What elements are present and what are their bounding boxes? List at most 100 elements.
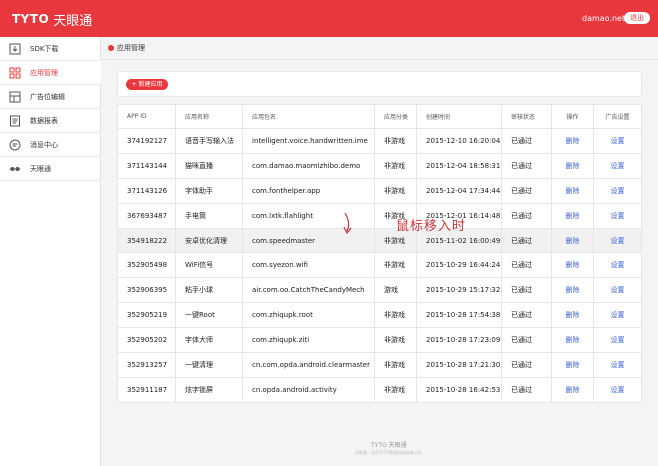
app-id-cell: 352913257 [117, 352, 176, 378]
delete-link[interactable]: 删除 [551, 128, 594, 154]
delete-link[interactable]: 删除 [551, 202, 594, 229]
settings-link[interactable]: 设置 [593, 128, 642, 154]
sidebar-item-label: 消息中心 [30, 140, 58, 149]
app-name-cell: 语音手写输入法 [175, 128, 243, 154]
sidebar-item-app-management[interactable]: 应用管理 [0, 61, 101, 84]
brand-logo[interactable]: TYTO 天眼通 [12, 9, 92, 29]
layout-icon [9, 91, 21, 103]
package-cell: cn.com.opda.android.clearmaster [242, 352, 375, 378]
app-name-cell: 一键Root [175, 302, 243, 329]
column-header: 操作 [551, 104, 594, 129]
category-cell: 非游戏 [374, 376, 417, 403]
app-name-cell: 炫字锁屏 [175, 376, 243, 403]
created-time-cell: 2015-12-04 17:34:44 [416, 177, 502, 204]
app-id-cell: 371143126 [117, 177, 176, 204]
app-name-cell: 一键清理 [175, 352, 243, 378]
settings-link[interactable]: 设置 [593, 202, 642, 229]
package-cell: com.zhiqupk.root [242, 302, 375, 329]
tyto-icon [9, 163, 21, 175]
delete-link[interactable]: 删除 [551, 277, 594, 304]
delete-link[interactable]: 删除 [551, 177, 594, 204]
breadcrumb-dot-icon [108, 45, 114, 51]
table-row: 371143144 猫咪直播 com.damao.maomizhibo.demo 非游… [117, 152, 642, 179]
review-status-cell: 已通过 [501, 128, 552, 154]
category-cell: 非游戏 [374, 327, 417, 354]
hover-annotation: 鼠标移入时 [396, 219, 467, 234]
brand-mark: TYTO [12, 12, 50, 26]
brand-name: 天眼通 [53, 13, 93, 29]
review-status-cell: 已通过 [501, 376, 552, 403]
created-time-cell: 2015-10-29 16:44:24 [416, 252, 502, 279]
delete-link[interactable]: 删除 [551, 302, 594, 329]
category-cell: 非游戏 [374, 252, 417, 279]
sidebar-item-tyto[interactable]: 天眼通 [0, 157, 101, 180]
new-app-button[interactable]: + 新建应用 [126, 79, 168, 90]
settings-link[interactable]: 设置 [593, 327, 642, 354]
settings-link[interactable]: 设置 [593, 376, 642, 403]
package-cell: intelligent.voice.handwritten.ime [242, 128, 375, 154]
footer-copyright: 天眼通 · 北京TYTO数据科技有限公司 [355, 450, 422, 455]
app-id-cell: 352905219 [117, 302, 176, 329]
review-status-cell: 已通过 [501, 327, 552, 354]
delete-link[interactable]: 删除 [551, 252, 594, 279]
review-status-cell: 已通过 [501, 227, 552, 254]
created-time-cell: 2015-12-04 18:58:31 [416, 152, 502, 179]
settings-link[interactable]: 设置 [593, 352, 642, 378]
delete-link[interactable]: 删除 [551, 376, 594, 403]
package-cell: com.damao.maomizhibo.demo [242, 152, 375, 179]
settings-link[interactable]: 设置 [593, 252, 642, 279]
category-cell: 非游戏 [374, 352, 417, 378]
created-time-cell: 2015-10-28 16:42:53 [416, 376, 502, 403]
review-status-cell: 已通过 [501, 302, 552, 329]
app-table: APP ID 应用名称 应用包名 应用分类 创建时间 审核状态 操作 广告设置 … [117, 104, 642, 403]
review-status-cell: 已通过 [501, 202, 552, 229]
sidebar-item-ad-slot-edit[interactable]: 广告位编辑 [0, 85, 101, 108]
sidebar: SDK下载 应用管理 广告位编辑 数据报表 消息中心 天眼通 [0, 37, 101, 466]
delete-link[interactable]: 删除 [551, 227, 594, 254]
category-cell: 非游戏 [374, 128, 417, 154]
app-name-cell: WiFi信号 [175, 252, 243, 279]
logout-button[interactable]: 退出 [624, 12, 650, 24]
app-id-cell: 352905202 [117, 327, 176, 354]
app-id-cell: 352905498 [117, 252, 176, 279]
app-id-cell: 371143144 [117, 152, 176, 179]
sidebar-item-sdk-download[interactable]: SDK下载 [0, 37, 101, 60]
app-name-cell: 粘手小球 [175, 277, 243, 304]
sidebar-item-message-center[interactable]: 消息中心 [0, 133, 101, 156]
settings-link[interactable]: 设置 [593, 277, 642, 304]
category-cell: 非游戏 [374, 152, 417, 179]
column-header: 应用包名 [242, 104, 375, 129]
footer-brand: TYTO 天眼通 [371, 442, 407, 449]
app-name-cell: 字体大师 [175, 327, 243, 354]
created-time-cell: 2015-10-29 15:17:32 [416, 277, 502, 304]
app-name-cell: 安卓优化清理 [175, 227, 243, 254]
table-row: 371143126 字体助手 com.fonthelper.app 非游戏 2015-1… [117, 177, 642, 204]
delete-link[interactable]: 删除 [551, 352, 594, 378]
created-time-cell: 2015-10-28 17:54:38 [416, 302, 502, 329]
review-status-cell: 已通过 [501, 352, 552, 378]
column-header: 应用名称 [175, 104, 243, 129]
delete-link[interactable]: 删除 [551, 152, 594, 179]
sidebar-item-data-report[interactable]: 数据报表 [0, 109, 101, 132]
app-id-cell: 352911187 [117, 376, 176, 403]
review-status-cell: 已通过 [501, 152, 552, 179]
category-cell: 非游戏 [374, 302, 417, 329]
table-header-row: APP ID 应用名称 应用包名 应用分类 创建时间 审核状态 操作 广告设置 [117, 104, 642, 129]
toolbar-panel [117, 71, 642, 97]
report-icon [9, 115, 21, 127]
created-time-cell: 2015-10-28 17:23:09 [416, 327, 502, 354]
settings-link[interactable]: 设置 [593, 152, 642, 179]
settings-link[interactable]: 设置 [593, 227, 642, 254]
app-name-cell: 字体助手 [175, 177, 243, 204]
settings-link[interactable]: 设置 [593, 177, 642, 204]
delete-link[interactable]: 删除 [551, 327, 594, 354]
user-account[interactable]: damao.net [582, 14, 625, 23]
sidebar-item-label: 应用管理 [30, 68, 58, 77]
settings-link[interactable]: 设置 [593, 302, 642, 329]
table-row: 374192127 语音手写输入法 intelligent.voice.handwr… [117, 128, 642, 154]
category-cell: 非游戏 [374, 177, 417, 204]
table-row: 352905498 WiFi信号 com.syezon.wifi 非游戏 2015-10… [117, 252, 642, 279]
table-row: 352905219 一键Root com.zhiqupk.root 非游戏 2015-1… [117, 302, 642, 329]
column-header: 创建时间 [416, 104, 502, 129]
app-name-cell: 猫咪直播 [175, 152, 243, 179]
